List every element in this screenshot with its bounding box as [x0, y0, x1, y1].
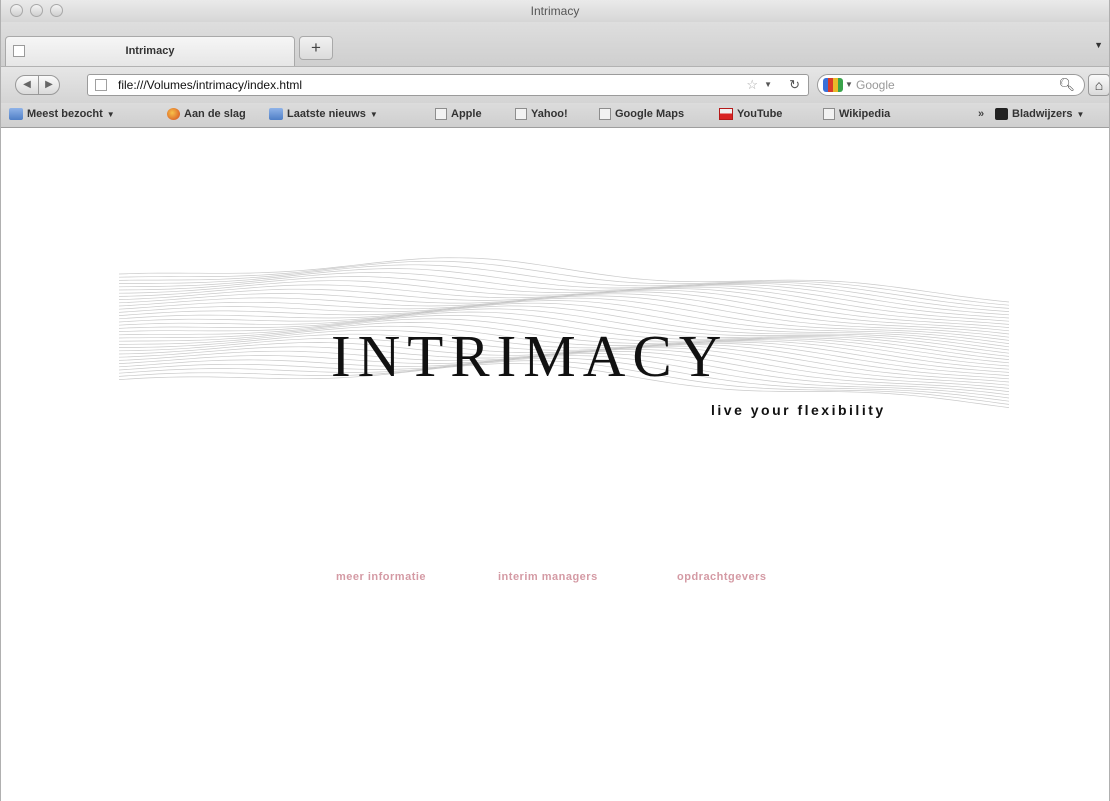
page-icon: [435, 108, 447, 120]
home-icon: ⌂: [1094, 77, 1104, 93]
zoom-window-button[interactable]: [50, 4, 63, 17]
bookmark-apple[interactable]: Apple: [435, 108, 482, 120]
bookmark-label: Laatste nieuws: [287, 108, 366, 120]
tab-label: Intrimacy: [125, 45, 175, 57]
firefox-icon: [167, 108, 180, 120]
page-favicon-icon: [13, 45, 25, 57]
bookmark-youtube[interactable]: YouTube: [719, 108, 782, 120]
back-button[interactable]: ◀: [15, 75, 39, 95]
history-dropdown-icon[interactable]: ▼: [764, 80, 772, 89]
bookmark-star-icon[interactable]: ☆: [746, 77, 758, 93]
bookmarks-icon: [995, 108, 1008, 120]
bookmark-aan-de-slag[interactable]: Aan de slag: [167, 108, 246, 120]
reload-icon[interactable]: ↻: [789, 77, 800, 93]
site-logo: INTRIMACY: [331, 323, 729, 389]
chevron-down-icon: ▼: [106, 109, 115, 119]
back-arrow-icon: ◀: [23, 79, 31, 90]
folder-icon: [9, 108, 23, 120]
address-input[interactable]: file:///Volumes/intrimacy/index.html: [118, 78, 302, 92]
page-icon: [823, 108, 835, 120]
bookmark-label: Wikipedia: [839, 108, 891, 120]
page-identity-icon[interactable]: [95, 79, 107, 91]
bookmarks-overflow-icon[interactable]: »: [978, 108, 984, 120]
bookmark-meest-bezocht[interactable]: Meest bezocht ▼: [9, 108, 115, 120]
bookmarks-menu-label: Bladwijzers: [1012, 108, 1073, 120]
bookmarks-toolbar: Meest bezocht ▼ Aan de slag Laatste nieu…: [1, 103, 1109, 128]
window-title: Intrimacy: [530, 4, 580, 18]
window-controls: [10, 4, 63, 17]
bookmark-label: Aan de slag: [184, 108, 246, 120]
bookmark-google-maps[interactable]: Google Maps: [599, 108, 684, 120]
bookmark-yahoo[interactable]: Yahoo!: [515, 108, 568, 120]
bookmark-laatste-nieuws[interactable]: Laatste nieuws ▼: [269, 108, 378, 120]
youtube-icon: [719, 108, 733, 120]
tab-list-dropdown-icon[interactable]: ▼: [1094, 40, 1103, 50]
chevron-down-icon: ▼: [369, 109, 378, 119]
page-content: INTRIMACY live your flexibility meer inf…: [1, 128, 1109, 801]
close-window-button[interactable]: [10, 4, 23, 17]
navigation-bar: ◀ ▶ file:///Volumes/intrimacy/index.html…: [1, 66, 1109, 103]
bookmark-label: Meest bezocht: [27, 108, 103, 120]
search-icon[interactable]: 🔍︎: [1058, 77, 1075, 93]
bookmarks-menu-button[interactable]: Bladwijzers ▼: [995, 108, 1084, 120]
search-engine-icon[interactable]: [823, 78, 843, 92]
bookmark-label: Google Maps: [615, 108, 685, 120]
title-bar: Intrimacy: [1, 0, 1109, 22]
link-opdrachtgevers[interactable]: opdrachtgevers: [677, 571, 767, 583]
forward-button[interactable]: ▶: [38, 75, 60, 95]
home-button[interactable]: ⌂: [1088, 74, 1109, 96]
site-tagline: live your flexibility: [711, 402, 886, 418]
link-meer-informatie[interactable]: meer informatie: [336, 571, 426, 583]
chevron-down-icon: ▼: [1076, 109, 1085, 119]
engine-dropdown-icon[interactable]: ▼: [845, 80, 853, 89]
link-interim-managers[interactable]: interim managers: [498, 571, 598, 583]
page-icon: [599, 108, 611, 120]
tab-strip: Intrimacy + ▼: [1, 22, 1109, 66]
bookmark-label: Apple: [451, 108, 482, 120]
bookmark-label: YouTube: [737, 108, 783, 120]
new-tab-button[interactable]: +: [299, 36, 333, 60]
minimize-window-button[interactable]: [30, 4, 43, 17]
search-bar[interactable]: ▼ Google 🔍︎: [817, 74, 1085, 96]
bookmark-label: Yahoo!: [531, 108, 568, 120]
forward-arrow-icon: ▶: [45, 79, 53, 90]
browser-window: Intrimacy Intrimacy + ▼ ◀ ▶ file:///Volu…: [0, 0, 1110, 801]
bookmark-wikipedia[interactable]: Wikipedia: [823, 108, 890, 120]
folder-icon: [269, 108, 283, 120]
tab-intrimacy[interactable]: Intrimacy: [5, 36, 295, 66]
address-bar[interactable]: file:///Volumes/intrimacy/index.html ☆ ▼…: [87, 74, 809, 96]
page-icon: [515, 108, 527, 120]
search-input[interactable]: Google: [856, 78, 895, 92]
wave-line: [119, 264, 1009, 309]
